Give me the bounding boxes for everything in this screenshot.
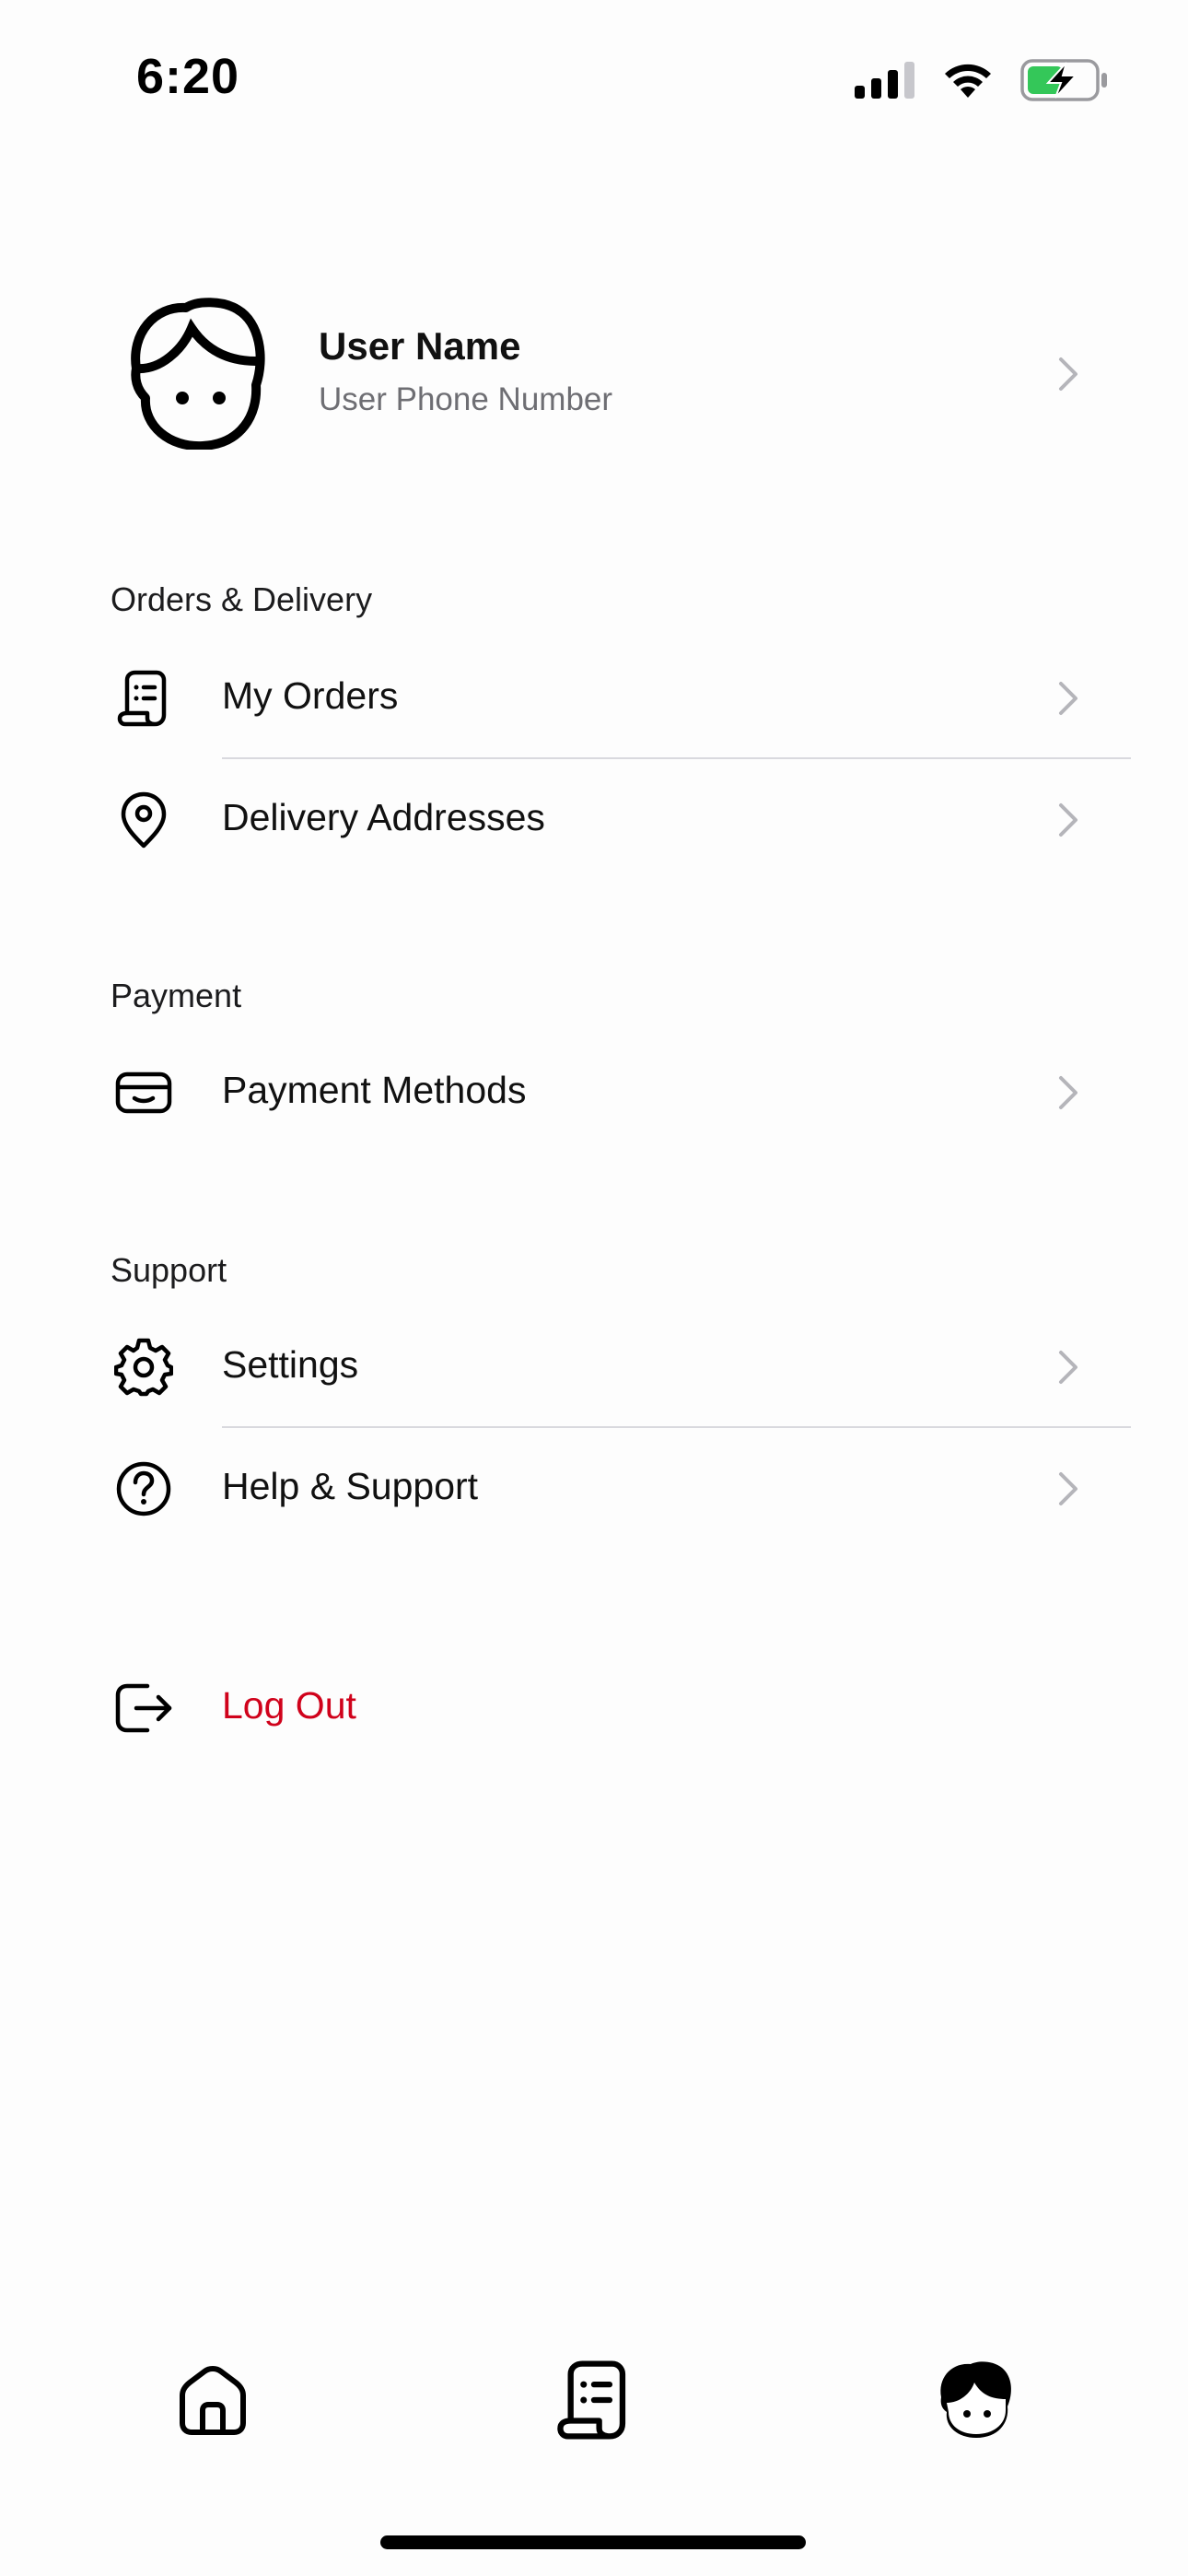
user-avatar-icon: [940, 2361, 1011, 2438]
home-icon: [180, 2366, 246, 2435]
chevron-right-icon: [1059, 1351, 1077, 1384]
menu-item-label: Settings: [222, 1343, 359, 1386]
battery-charging-icon: [1020, 59, 1107, 101]
menu-item-help-support[interactable]: Help & Support: [0, 1428, 1188, 1550]
chevron-right-icon: [1059, 682, 1077, 715]
tab-bar: [0, 2359, 1188, 2478]
menu-item-payment-methods[interactable]: Payment Methods: [0, 1032, 1188, 1153]
receipt-icon: [117, 670, 167, 727]
tab-profile[interactable]: [932, 2359, 1015, 2441]
receipt-icon: [557, 2360, 626, 2440]
wallet-icon: [115, 1071, 172, 1114]
wifi-icon: [945, 64, 991, 98]
chevron-right-icon: [1059, 1472, 1077, 1505]
profile-header[interactable]: User Name User Phone Number: [0, 276, 1188, 470]
status-time: 6:20: [136, 49, 240, 104]
logout-label: Log Out: [222, 1684, 356, 1727]
user-avatar-icon: [131, 298, 265, 450]
question-circle-icon: [116, 1461, 171, 1516]
status-icons: [855, 59, 1109, 101]
profile-phone: User Phone Number: [319, 381, 613, 417]
status-bar: 6:20: [0, 0, 1188, 157]
location-pin-icon: [121, 791, 167, 849]
chevron-right-icon: [1059, 357, 1077, 391]
home-indicator[interactable]: [380, 2535, 806, 2549]
logout-button[interactable]: Log Out: [0, 1647, 1188, 1769]
cellular-signal-icon: [855, 62, 914, 99]
logout-icon: [115, 1683, 172, 1733]
tab-orders[interactable]: [553, 2359, 635, 2441]
menu-item-settings[interactable]: Settings: [0, 1306, 1188, 1428]
menu-item-my-orders[interactable]: My Orders: [0, 638, 1188, 759]
menu-item-label: Help & Support: [222, 1465, 479, 1507]
section-title-orders-delivery: Orders & Delivery: [111, 580, 373, 618]
tab-home[interactable]: [171, 2359, 254, 2441]
section-title-payment: Payment: [111, 977, 242, 1014]
section-title-support: Support: [111, 1251, 227, 1289]
menu-item-delivery-addresses[interactable]: Delivery Addresses: [0, 759, 1188, 881]
menu-item-label: Payment Methods: [222, 1069, 527, 1111]
chevron-right-icon: [1059, 803, 1077, 837]
chevron-right-icon: [1059, 1076, 1077, 1109]
gear-icon: [114, 1338, 173, 1397]
menu-item-label: Delivery Addresses: [222, 796, 545, 838]
profile-name: User Name: [319, 324, 521, 368]
menu-item-label: My Orders: [222, 674, 399, 717]
